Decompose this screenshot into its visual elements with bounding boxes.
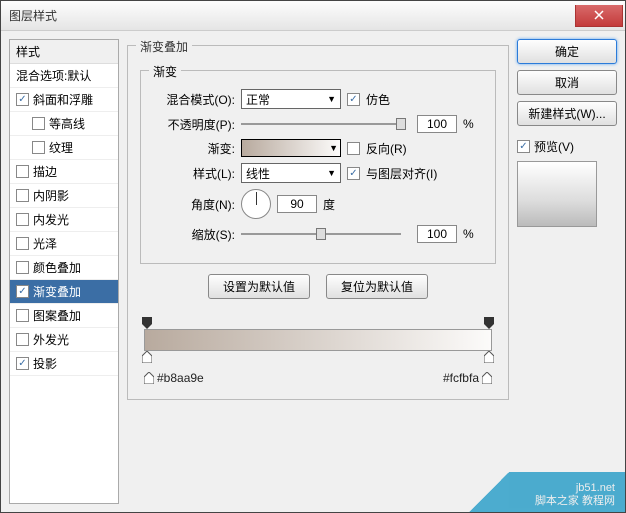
reset-default-button[interactable]: 复位为默认值: [326, 274, 428, 299]
angle-dial[interactable]: [241, 189, 271, 219]
right-color-label: #fcfbfa: [443, 371, 492, 385]
gradient-picker[interactable]: ▼: [241, 139, 341, 157]
stop-icon: [482, 372, 492, 384]
sidebar-item-pattern-overlay[interactable]: 图案叠加: [10, 304, 118, 328]
checkbox-icon[interactable]: [16, 189, 29, 202]
blend-mode-select[interactable]: 正常▼: [241, 89, 341, 109]
sidebar-item-inner-glow[interactable]: 内发光: [10, 208, 118, 232]
chevron-down-icon: ▼: [327, 168, 336, 178]
checkbox-icon[interactable]: [16, 333, 29, 346]
checkbox-icon[interactable]: [16, 261, 29, 274]
sidebar-item-bevel[interactable]: ✓斜面和浮雕: [10, 88, 118, 112]
checkbox-icon[interactable]: [16, 237, 29, 250]
scale-label: 缩放(S):: [153, 226, 235, 243]
checkbox-icon[interactable]: [32, 117, 45, 130]
checkbox-icon[interactable]: [16, 309, 29, 322]
opacity-input[interactable]: 100: [417, 115, 457, 133]
opacity-label: 不透明度(P):: [153, 116, 235, 133]
reverse-checkbox[interactable]: [347, 142, 360, 155]
align-checkbox[interactable]: ✓: [347, 167, 360, 180]
sidebar-item-inner-shadow[interactable]: 内阴影: [10, 184, 118, 208]
checkbox-icon[interactable]: [32, 141, 45, 154]
chevron-down-icon: ▼: [329, 143, 338, 153]
group-title: 渐变: [149, 63, 181, 80]
preview-area: ✓ 预览(V): [517, 138, 617, 227]
sidebar-item-texture[interactable]: 纹理: [10, 136, 118, 160]
close-icon: [594, 10, 604, 20]
opacity-stop-left[interactable]: [142, 317, 152, 329]
chevron-down-icon: ▼: [327, 94, 336, 104]
align-label: 与图层对齐(I): [366, 165, 437, 182]
sidebar-item-stroke[interactable]: 描边: [10, 160, 118, 184]
dither-checkbox[interactable]: ✓: [347, 93, 360, 106]
styles-sidebar: 样式 混合选项:默认 ✓斜面和浮雕 等高线 纹理 描边 内阴影 内发光 光泽 颜…: [9, 39, 119, 504]
checkbox-icon[interactable]: [16, 213, 29, 226]
gradient-bar[interactable]: [144, 329, 492, 351]
color-stop-left[interactable]: [142, 351, 152, 363]
dither-label: 仿色: [366, 91, 390, 108]
sidebar-item-outer-glow[interactable]: 外发光: [10, 328, 118, 352]
stop-icon: [144, 372, 154, 384]
sidebar-item-gradient-overlay[interactable]: ✓渐变叠加: [10, 280, 118, 304]
preview-label: 预览(V): [534, 138, 574, 155]
gradient-overlay-panel: 渐变叠加 渐变 混合模式(O): 正常▼ ✓ 仿色 不透明度(P): 10: [127, 45, 509, 400]
cancel-button[interactable]: 取消: [517, 70, 617, 95]
layer-style-dialog: 图层样式 样式 混合选项:默认 ✓斜面和浮雕 等高线 纹理 描边 内阴影 内发光…: [0, 0, 626, 513]
watermark: jb51.net 脚本之家 教程网: [405, 472, 625, 512]
style-label: 样式(L):: [153, 165, 235, 182]
gradient-label: 渐变:: [153, 140, 235, 157]
sidebar-blend-options[interactable]: 混合选项:默认: [10, 64, 118, 88]
sidebar-header: 样式: [10, 40, 118, 64]
new-style-button[interactable]: 新建样式(W)...: [517, 101, 617, 126]
gradient-group: 渐变 混合模式(O): 正常▼ ✓ 仿色 不透明度(P): 100 %: [140, 70, 496, 264]
checkbox-icon[interactable]: ✓: [16, 357, 29, 370]
checkbox-icon[interactable]: ✓: [16, 93, 29, 106]
reverse-label: 反向(R): [366, 140, 407, 157]
titlebar: 图层样式: [1, 1, 625, 31]
close-button[interactable]: [575, 5, 623, 27]
right-buttons: 确定 取消 新建样式(W)... ✓ 预览(V): [517, 39, 617, 504]
set-default-button[interactable]: 设置为默认值: [208, 274, 310, 299]
scale-input[interactable]: 100: [417, 225, 457, 243]
ok-button[interactable]: 确定: [517, 39, 617, 64]
checkbox-icon[interactable]: [16, 165, 29, 178]
sidebar-item-contour[interactable]: 等高线: [10, 112, 118, 136]
left-color-label: #b8aa9e: [144, 371, 204, 385]
preview-checkbox[interactable]: ✓: [517, 140, 530, 153]
blend-mode-label: 混合模式(O):: [153, 91, 235, 108]
scale-slider[interactable]: [241, 227, 411, 241]
checkbox-icon[interactable]: ✓: [16, 285, 29, 298]
opacity-stop-right[interactable]: [484, 317, 494, 329]
gradient-editor-area: #b8aa9e #fcfbfa: [140, 329, 496, 385]
sidebar-item-color-overlay[interactable]: 颜色叠加: [10, 256, 118, 280]
angle-input[interactable]: 90: [277, 195, 317, 213]
sidebar-item-satin[interactable]: 光泽: [10, 232, 118, 256]
color-stop-right[interactable]: [484, 351, 494, 363]
opacity-slider[interactable]: [241, 117, 411, 131]
angle-label: 角度(N):: [153, 196, 235, 213]
preview-thumbnail: [517, 161, 597, 227]
window-title: 图层样式: [9, 7, 57, 24]
panel-title: 渐变叠加: [136, 38, 192, 55]
style-select[interactable]: 线性▼: [241, 163, 341, 183]
sidebar-item-drop-shadow[interactable]: ✓投影: [10, 352, 118, 376]
